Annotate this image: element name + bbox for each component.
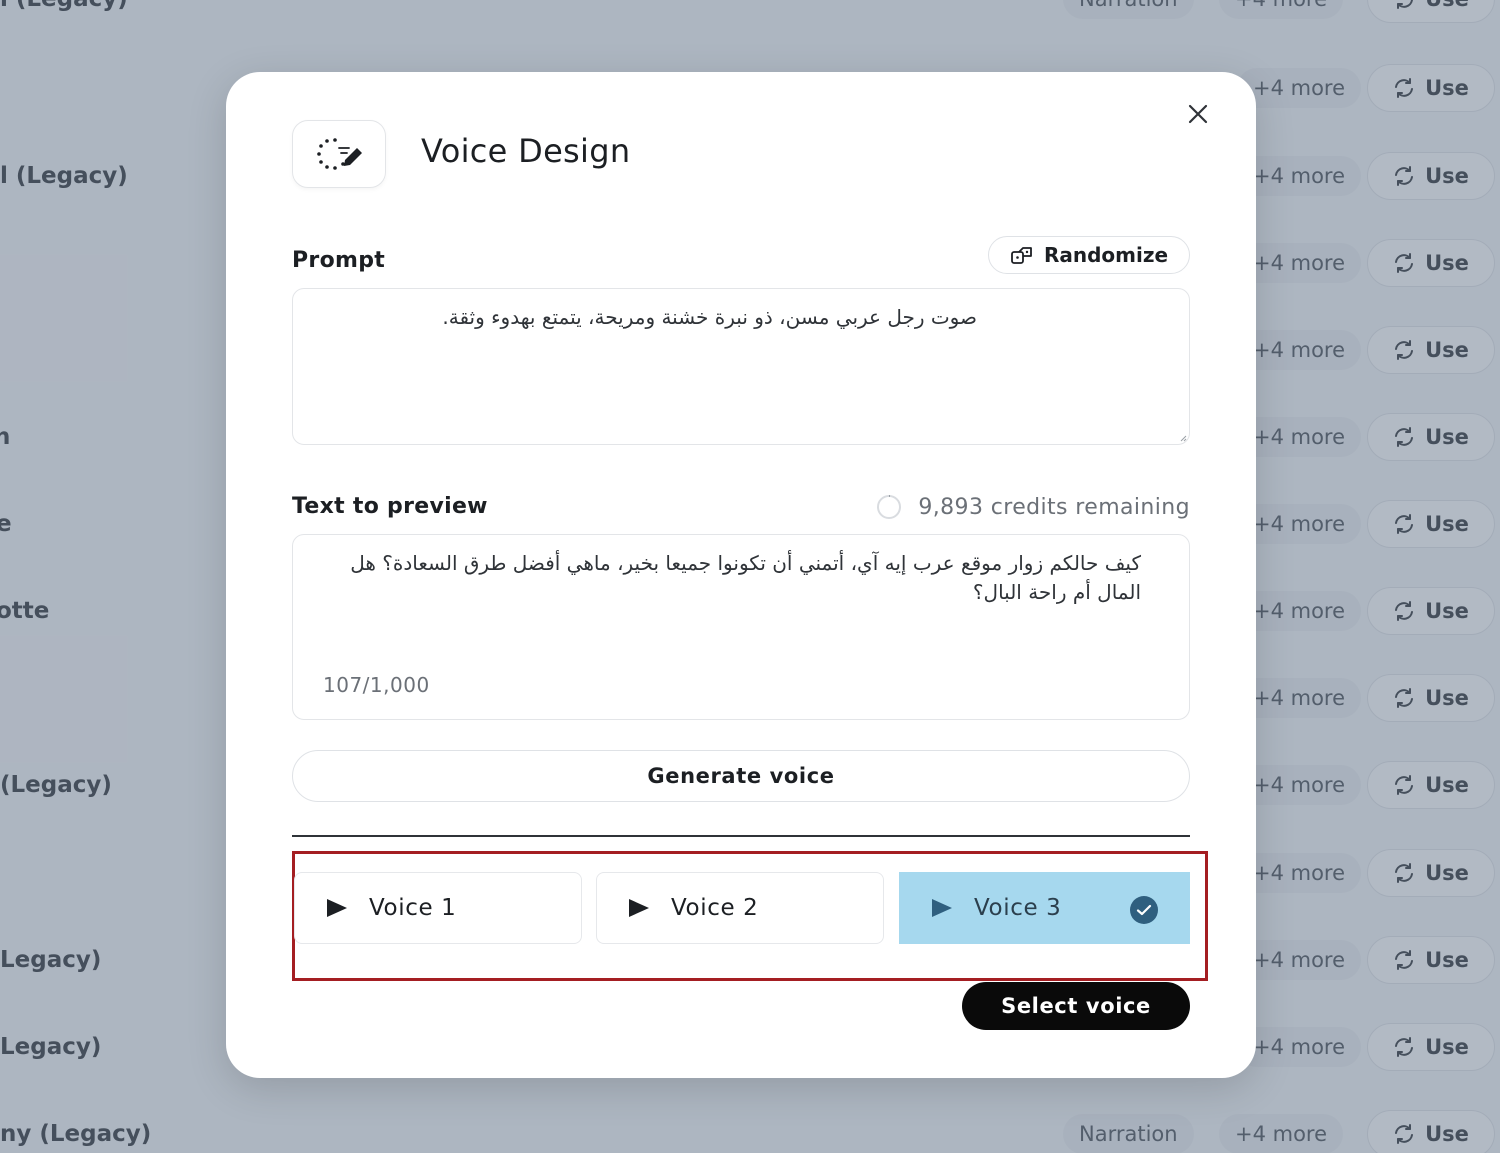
generate-voice-button[interactable]: Generate voice — [292, 750, 1190, 802]
voice-option-1[interactable]: Voice 1 — [294, 872, 582, 944]
text-to-preview-label: Text to preview — [292, 494, 488, 519]
preview-text: كيف حالكم زوار موقع عرب إيه آي، أتمني أن… — [350, 551, 1141, 604]
check-circle-icon — [1130, 896, 1158, 924]
voice-option-label: Voice 3 — [974, 895, 1062, 921]
character-count: 107/1,000 — [323, 673, 430, 697]
voice-design-modal: Voice Design Prompt Randomize صوت رجل عر… — [226, 72, 1256, 1078]
preview-textarea[interactable]: كيف حالكم زوار موقع عرب إيه آي، أتمني أن… — [292, 534, 1190, 720]
voice-design-icon — [317, 138, 362, 170]
select-voice-button[interactable]: Select voice — [962, 982, 1190, 1030]
randomize-button[interactable]: Randomize — [988, 236, 1190, 274]
resize-handle-icon[interactable] — [1179, 434, 1187, 442]
dice-icon — [1011, 247, 1032, 264]
play-icon[interactable] — [325, 897, 349, 919]
credits-remaining: 9,893 credits remaining — [876, 494, 1190, 520]
credits-progress-icon — [877, 494, 902, 519]
randomize-label: Randomize — [1043, 243, 1169, 267]
voice-design-header-icon — [292, 120, 386, 188]
voice-option-label: Voice 2 — [671, 895, 759, 921]
close-icon — [1188, 104, 1208, 124]
voice-option-3[interactable]: Voice 3 — [899, 872, 1190, 944]
prompt-textarea[interactable]: صوت رجل عربي مسن، ذو نبرة خشنة ومريحة، ي… — [292, 288, 1190, 445]
prompt-label: Prompt — [292, 248, 386, 273]
close-button[interactable] — [1184, 100, 1212, 128]
play-icon[interactable] — [930, 897, 954, 919]
voice-option-label: Voice 1 — [369, 895, 457, 921]
play-icon[interactable] — [627, 897, 651, 919]
credits-text: 9,893 credits remaining — [918, 494, 1190, 520]
modal-title: Voice Design — [421, 132, 631, 170]
section-divider — [292, 835, 1190, 837]
prompt-text: صوت رجل عربي مسن، ذو نبرة خشنة ومريحة، ي… — [442, 305, 977, 329]
voice-option-2[interactable]: Voice 2 — [596, 872, 884, 944]
